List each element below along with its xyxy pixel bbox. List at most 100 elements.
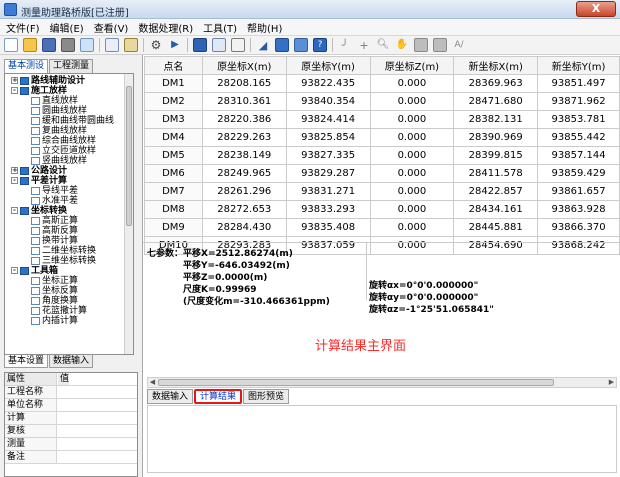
tree-item[interactable]: 坐标正算 xyxy=(31,276,78,286)
property-row[interactable]: 测量 xyxy=(5,438,137,451)
table-row[interactable]: DM3 28220.386 93824.414 0.000 28382.131 93853… xyxy=(144,110,620,129)
scrollbar-thumb[interactable] xyxy=(158,379,554,386)
param-line: 平移Y=-646.03492(m) xyxy=(183,261,290,271)
tab-basic-settings[interactable]: 基本设置 xyxy=(4,355,49,368)
tree-item[interactable]: + 路线辅助设计 xyxy=(11,76,85,86)
table-row[interactable]: DM6 28249.965 93829.287 0.000 28411.578 93859… xyxy=(144,164,620,183)
collapse-icon[interactable]: - xyxy=(11,87,18,94)
tree-item[interactable]: 角度换算 xyxy=(31,296,78,306)
property-row[interactable]: 工程名称 xyxy=(5,386,137,399)
table-row[interactable]: DM4 28229.263 93825.854 0.000 28390.969 93855… xyxy=(144,128,620,147)
close-button[interactable]: X xyxy=(576,1,616,17)
pan-hand-icon[interactable]: ✋ xyxy=(395,38,409,52)
tree-item[interactable]: 二维坐标转换 xyxy=(31,246,96,256)
table-row[interactable]: DM1 28208.165 93822.435 0.000 28369.963 93851… xyxy=(144,74,620,93)
measure-icon[interactable]: ◢ xyxy=(256,38,270,52)
table-row[interactable]: DM8 28272.653 93833.293 0.000 28434.161 93863… xyxy=(144,200,620,219)
tab-calc-result[interactable]: 计算结果 xyxy=(194,389,243,404)
collapse-icon[interactable]: - xyxy=(11,267,18,274)
line-draw-icon[interactable]: ╯ xyxy=(338,38,352,52)
horizontal-scrollbar[interactable]: ◀ ▶ xyxy=(147,377,617,388)
tree-item[interactable]: 圆曲线放样 xyxy=(31,106,87,116)
tree-item[interactable]: 立交匝道放样 xyxy=(31,146,96,156)
menu-file[interactable]: 文件(F) xyxy=(6,20,40,35)
new-file-icon[interactable] xyxy=(4,38,18,52)
fill-icon[interactable] xyxy=(414,38,428,52)
tree-item[interactable]: - 工具箱 xyxy=(11,266,58,276)
tree-item[interactable]: 导线平差 xyxy=(31,186,78,196)
column-header: 点名 xyxy=(144,56,203,75)
scrollbar-thumb[interactable] xyxy=(126,86,132,226)
document-icon[interactable] xyxy=(294,38,308,52)
page-icon xyxy=(31,186,40,195)
property-row[interactable]: 备注 xyxy=(5,451,137,464)
crosshair-icon[interactable]: + xyxy=(357,38,371,52)
table-row[interactable]: DM9 28284.430 93835.408 0.000 28445.881 93866… xyxy=(144,218,620,237)
param-line: (尺度变化m=-310.466361ppm) xyxy=(183,297,330,307)
page-icon xyxy=(31,126,40,135)
table-row[interactable]: DM5 28238.149 93827.335 0.000 28399.815 93857… xyxy=(144,146,620,165)
tree-item[interactable]: 竖曲线放样 xyxy=(31,156,87,166)
menu-edit[interactable]: 编辑(E) xyxy=(50,20,84,35)
scroll-right-icon[interactable]: ▶ xyxy=(607,378,616,387)
menu-tools[interactable]: 工具(T) xyxy=(203,20,237,35)
table-row[interactable]: DM7 28261.296 93831.271 0.000 28422.857 93861… xyxy=(144,182,620,201)
zoom-icon[interactable]: 🔍︎ xyxy=(376,38,390,52)
copy-icon[interactable] xyxy=(105,38,119,52)
tree-item[interactable]: 高斯正算 xyxy=(31,216,78,226)
layer-icon[interactable] xyxy=(433,38,447,52)
property-row[interactable]: 复核 xyxy=(5,425,137,438)
property-header: 属性值 xyxy=(5,373,137,386)
edit-icon[interactable] xyxy=(231,38,245,52)
tree-item[interactable]: - 坐标转换 xyxy=(11,206,67,216)
expand-icon[interactable]: + xyxy=(11,167,18,174)
label-icon[interactable]: A/ xyxy=(452,38,466,52)
tree-item[interactable]: - 平差计算 xyxy=(11,176,67,186)
help-icon[interactable]: ? xyxy=(313,38,327,52)
tree-item[interactable]: 复曲线放样 xyxy=(31,126,87,136)
tree-item[interactable]: - 施工放样 xyxy=(11,86,67,96)
tab-data-input[interactable]: 数据输入 xyxy=(49,355,94,368)
tree-item[interactable]: 内插计算 xyxy=(31,316,78,326)
tree-item[interactable]: 水准平差 xyxy=(31,196,78,206)
tab-engineering-survey[interactable]: 工程测量 xyxy=(49,59,94,73)
tree-item[interactable]: 花篮撒计算 xyxy=(31,306,87,316)
save-icon[interactable] xyxy=(42,38,56,52)
collapse-icon[interactable]: - xyxy=(11,207,18,214)
tree-item[interactable]: 综合曲线放样 xyxy=(31,136,96,146)
run-icon[interactable]: ▶ xyxy=(168,38,182,52)
book-icon xyxy=(20,76,29,85)
tree-item[interactable]: 换带计算 xyxy=(31,236,78,246)
section-divider xyxy=(366,242,367,300)
collapse-icon[interactable]: - xyxy=(11,177,18,184)
page-icon xyxy=(31,236,40,245)
property-row[interactable]: 计算 xyxy=(5,412,137,425)
property-row[interactable]: 单位名称 xyxy=(5,399,137,412)
tree-item[interactable]: + 公路设计 xyxy=(11,166,67,176)
menu-view[interactable]: 查看(V) xyxy=(94,20,129,35)
tree-item[interactable]: 高斯反算 xyxy=(31,226,78,236)
table-icon[interactable] xyxy=(212,38,226,52)
table-row[interactable]: DM2 28310.361 93840.354 0.000 28471.680 93871… xyxy=(144,92,620,111)
tree-item[interactable]: 缓和曲线带圆曲线 xyxy=(31,116,114,126)
tree-item[interactable]: 直线放样 xyxy=(31,96,78,106)
expand-icon[interactable]: + xyxy=(11,77,18,84)
gear-icon[interactable]: ⚙ xyxy=(149,38,163,52)
tree-scrollbar[interactable] xyxy=(124,74,133,354)
menu-data-process[interactable]: 数据处理(R) xyxy=(138,20,193,35)
tree-item[interactable]: 三维坐标转换 xyxy=(31,256,96,266)
tree-item[interactable]: 坐标反算 xyxy=(31,286,78,296)
output-pane xyxy=(147,405,617,473)
tab-graphic-preview[interactable]: 图形预览 xyxy=(243,389,290,404)
tab-basic-survey[interactable]: 基本测设 xyxy=(4,59,49,73)
paste-icon[interactable] xyxy=(124,38,138,52)
print-icon[interactable] xyxy=(61,38,75,52)
chart-icon[interactable] xyxy=(275,38,289,52)
scroll-left-icon[interactable]: ◀ xyxy=(148,378,157,387)
column-header: 原坐标X(m) xyxy=(201,56,287,75)
open-folder-icon[interactable] xyxy=(23,38,37,52)
menu-help[interactable]: 帮助(H) xyxy=(247,20,282,35)
monitor-icon[interactable] xyxy=(193,38,207,52)
print-preview-icon[interactable] xyxy=(80,38,94,52)
tab-data-input[interactable]: 数据输入 xyxy=(147,389,194,404)
